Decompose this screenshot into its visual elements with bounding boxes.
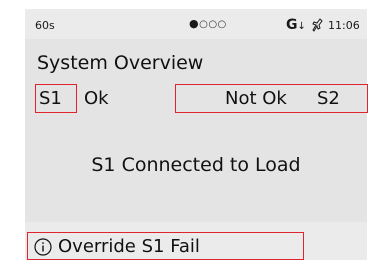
clock: 11:06 (328, 19, 360, 32)
mode-indicator: 60s (35, 19, 55, 32)
generator-letter: G (286, 17, 298, 33)
page-dot-active: ● (189, 17, 200, 30)
generator-arrow: ↓ (297, 21, 306, 32)
page-title: System Overview (37, 52, 204, 74)
device-display: 60s ●○○○ G↓ 11:06 System Overview S1 Ok … (25, 9, 368, 260)
s2-status: Not Ok (225, 88, 287, 109)
page-indicator: ●○○○ (189, 17, 227, 30)
s2-label: S2 (317, 88, 340, 109)
s1-status: Ok (84, 88, 109, 109)
info-icon (34, 238, 52, 256)
load-status-message: S1 Connected to Load (91, 154, 301, 176)
wrench-icon (312, 18, 323, 32)
s1-label: S1 (39, 88, 62, 109)
generator-icon: G↓ (286, 17, 306, 33)
page-dots-inactive: ○○○ (199, 19, 227, 30)
status-bar: 60s ●○○○ G↓ 11:06 (25, 9, 367, 39)
alarm-message: Override S1 Fail (58, 236, 200, 257)
alarm-bar: Override S1 Fail (25, 222, 367, 260)
